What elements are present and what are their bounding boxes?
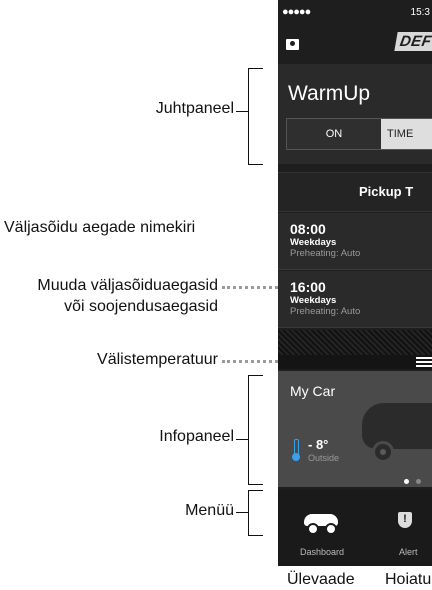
info-panel: My Car - 8° Outside [278, 371, 432, 487]
car-name: My Car [290, 383, 336, 399]
mode-switch: ON TIME [286, 118, 432, 150]
bracket-menu [248, 490, 263, 536]
shield-icon: ! [398, 512, 412, 528]
menu-item-dashboard[interactable]: Dashboard [278, 490, 364, 566]
on-button[interactable]: ON [287, 119, 381, 149]
menu-item-alerts[interactable]: ! Alert [398, 490, 432, 566]
status-time: 15:3 [410, 7, 430, 18]
nav-bar: DEF [278, 28, 432, 62]
bottom-menu: Dashboard ! Alert [278, 490, 432, 566]
departure-time: 08:00 [290, 221, 326, 237]
bracket-juhtpaneel [248, 68, 263, 165]
departure-time-row[interactable]: 08:00 Weekdays Preheating: Auto [278, 213, 432, 270]
label-alerts: Hoiatu [385, 571, 432, 588]
label-overview: Ülevaade [287, 571, 355, 588]
phone-screen: ●●●●● 15:3 DEF WarmUp ON TIME Pickup T 0… [278, 0, 432, 566]
label-juhtpaneel: Juhtpaneel [155, 100, 234, 117]
connector-infopanel [236, 439, 248, 440]
connector-juhtpaneel [236, 111, 248, 112]
profile-icon[interactable] [286, 39, 299, 50]
connector-edit-times [222, 286, 278, 289]
label-edit-times-line2: või soojendusaegasid [64, 298, 218, 315]
thermometer-icon [292, 439, 300, 461]
label-outside-temperature: Välistemperatuur [97, 351, 218, 368]
page-indicator-dot[interactable] [416, 479, 421, 484]
label-infopanel: Infopaneel [159, 428, 234, 445]
label-departure-list: Väljasõidu aegade nimekiri [4, 219, 196, 236]
departure-days: Weekdays [290, 237, 337, 248]
departure-days: Weekdays [290, 295, 337, 306]
page-indicator-dot-active[interactable] [404, 479, 409, 484]
pickup-times-title: Pickup T [359, 184, 414, 199]
pickup-times-header: Pickup T [278, 172, 432, 212]
car-illustration [362, 403, 432, 449]
control-panel: WarmUp ON TIME [278, 64, 432, 164]
dashboard-title: WarmUp [288, 82, 371, 105]
car-wheel-illustration [372, 441, 394, 463]
label-edit-times-line1: Muuda väljasõiduaegasid [37, 277, 218, 294]
outside-temperature-value: - 8° [308, 437, 329, 452]
car-icon [304, 510, 338, 535]
status-bar: ●●●●● 15:3 [278, 0, 432, 28]
departure-time: 16:00 [290, 279, 326, 295]
departure-time-row[interactable]: 16:00 Weekdays Preheating: Auto [278, 271, 432, 328]
departure-preheat: Preheating: Auto [290, 306, 361, 317]
timer-button[interactable]: TIME [381, 119, 432, 149]
menu-item-label: Dashboard [300, 547, 345, 557]
bracket-infopanel [248, 375, 263, 485]
outside-temperature-caption: Outside [308, 453, 340, 463]
departure-preheat: Preheating: Auto [290, 248, 361, 259]
panel-divider [278, 355, 432, 369]
connector-menu [236, 512, 248, 513]
menu-handle-icon[interactable] [416, 357, 432, 367]
menu-item-label: Alert [399, 547, 418, 557]
brand-logo: DEF [394, 32, 432, 51]
signal-strength-icon: ●●●●● [282, 6, 311, 18]
label-menu: Menüü [185, 502, 234, 519]
